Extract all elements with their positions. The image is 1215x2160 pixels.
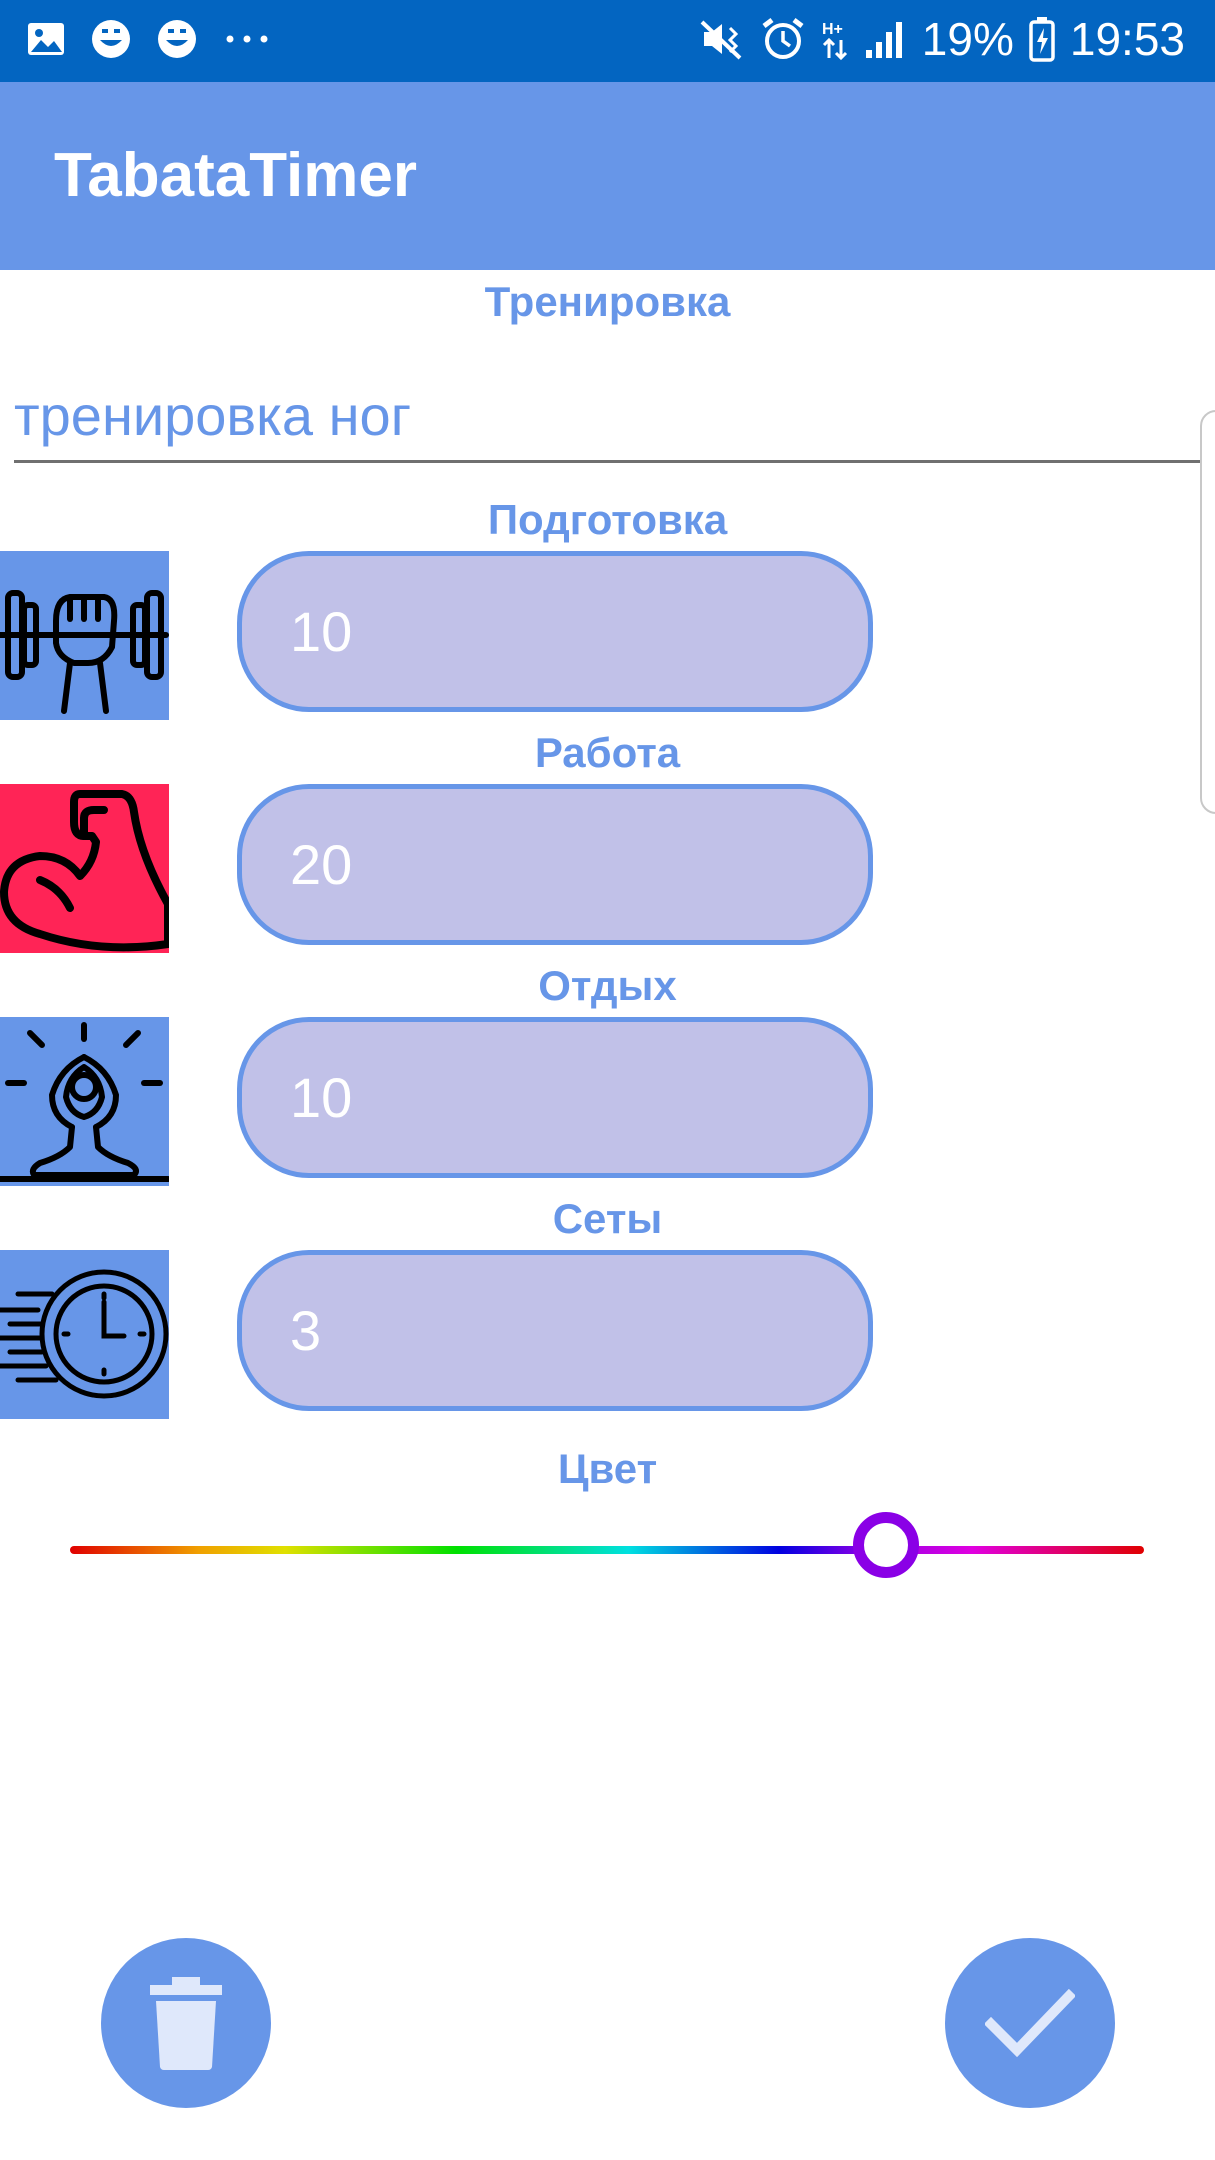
rest-input[interactable] bbox=[237, 1017, 873, 1178]
data-arrows-icon: H+ bbox=[822, 21, 847, 61]
battery-percent: 19% bbox=[921, 13, 1014, 65]
sets-input[interactable] bbox=[237, 1250, 873, 1411]
biceps-icon bbox=[0, 784, 172, 953]
clock-time: 19:53 bbox=[1069, 13, 1185, 65]
app-title: TabataTimer bbox=[54, 141, 417, 210]
color-slider-thumb[interactable] bbox=[853, 1512, 919, 1578]
smiley-icon bbox=[158, 20, 196, 58]
color-slider-track[interactable] bbox=[70, 1546, 1144, 1554]
dumbbell-icon bbox=[0, 551, 169, 720]
system-status: H+ 19% 19:53 bbox=[700, 12, 1185, 66]
check-icon bbox=[985, 1988, 1075, 2058]
svg-text:H+: H+ bbox=[822, 21, 843, 38]
image-icon bbox=[28, 23, 64, 55]
work-label: Работа bbox=[534, 729, 681, 776]
mute-vibrate-icon bbox=[700, 20, 742, 60]
smiley-icon bbox=[92, 20, 130, 58]
battery-icon bbox=[1029, 17, 1055, 62]
color-label: Цвет bbox=[557, 1445, 658, 1492]
fast-clock-icon bbox=[0, 1250, 169, 1419]
rest-label: Отдых bbox=[538, 962, 677, 1009]
workout-name-input[interactable] bbox=[14, 370, 1200, 463]
workout-label: Тренировка bbox=[484, 278, 731, 325]
app-bar: TabataTimer bbox=[0, 82, 1215, 270]
more-dots-icon bbox=[226, 35, 268, 43]
alarm-icon bbox=[762, 18, 804, 59]
trash-icon bbox=[150, 1977, 222, 2070]
preparation-input[interactable] bbox=[237, 551, 873, 712]
confirm-button[interactable] bbox=[945, 1938, 1115, 2108]
status-bar: H+ 19% 19:53 bbox=[0, 0, 1215, 82]
meditation-icon bbox=[0, 1017, 171, 1186]
signal-icon bbox=[865, 22, 902, 58]
delete-button[interactable] bbox=[101, 1938, 271, 2108]
sets-label: Сеты bbox=[552, 1195, 663, 1242]
notification-icons bbox=[26, 18, 272, 60]
preparation-label: Подготовка bbox=[487, 496, 728, 543]
work-input[interactable] bbox=[237, 784, 873, 945]
